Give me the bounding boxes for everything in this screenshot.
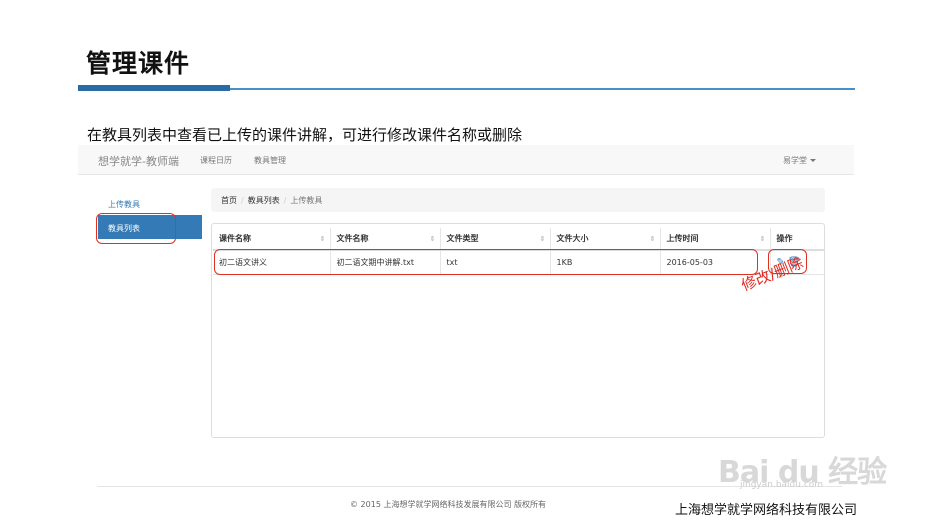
user-menu[interactable]: 易学堂 (783, 155, 816, 166)
breadcrumb: 首页 / 教具列表 / 上传教具 (211, 188, 825, 212)
sort-icon: ⇕ (649, 235, 656, 243)
column-header-actions: 操作 (770, 228, 824, 251)
title-underline (230, 88, 855, 90)
caret-down-icon (810, 159, 816, 162)
nav-teaching-tools[interactable]: 教具管理 (254, 155, 286, 166)
app-brand[interactable]: 想学就学-教师端 (98, 153, 179, 169)
column-header[interactable]: 课件名称 ⇕ (213, 228, 331, 251)
top-navbar: 想学就学-教师端 课程日历 教具管理 易学堂 (78, 145, 854, 175)
column-header[interactable]: 文件类型 ⇕ (440, 228, 551, 251)
watermark-url: jingyan.baidu.com (740, 480, 824, 490)
sort-icon: ⇕ (759, 235, 766, 243)
sort-icon: ⇕ (539, 235, 546, 243)
table-header-row: 课件名称 ⇕ 文件名称 ⇕ 文件类型 ⇕ 文件大小 ⇕ 上传时间 ⇕ 操作 (213, 228, 824, 251)
company-name: 上海想学就学网络科技有限公司 (675, 503, 858, 518)
highlight-box-sidebar (96, 213, 176, 244)
sidebar-item-upload[interactable]: 上传教具 (98, 191, 202, 215)
breadcrumb-home[interactable]: 首页 (221, 196, 237, 205)
breadcrumb-separator: / (241, 196, 244, 205)
user-name: 易学堂 (783, 156, 807, 165)
footer-copyright: © 2015 上海想学就学网络科技发展有限公司 版权所有 (350, 500, 546, 509)
slide-description: 在教具列表中查看已上传的课件讲解，可进行修改课件名称或删除 (87, 126, 523, 144)
highlight-box-row (214, 249, 758, 275)
breadcrumb-list[interactable]: 教具列表 (248, 196, 280, 205)
breadcrumb-current: 上传教具 (290, 196, 323, 205)
sort-icon: ⇕ (319, 235, 326, 243)
nav-course-calendar[interactable]: 课程日历 (200, 155, 232, 166)
breadcrumb-separator: / (283, 196, 287, 205)
column-header[interactable]: 文件名称 ⇕ (330, 228, 441, 251)
column-header[interactable]: 上传时间 ⇕ (660, 228, 771, 251)
title-underline-accent (78, 85, 230, 91)
column-header[interactable]: 文件大小 ⇕ (550, 228, 661, 251)
sort-icon: ⇕ (429, 235, 436, 243)
slide-title: 管理课件 (86, 49, 191, 78)
